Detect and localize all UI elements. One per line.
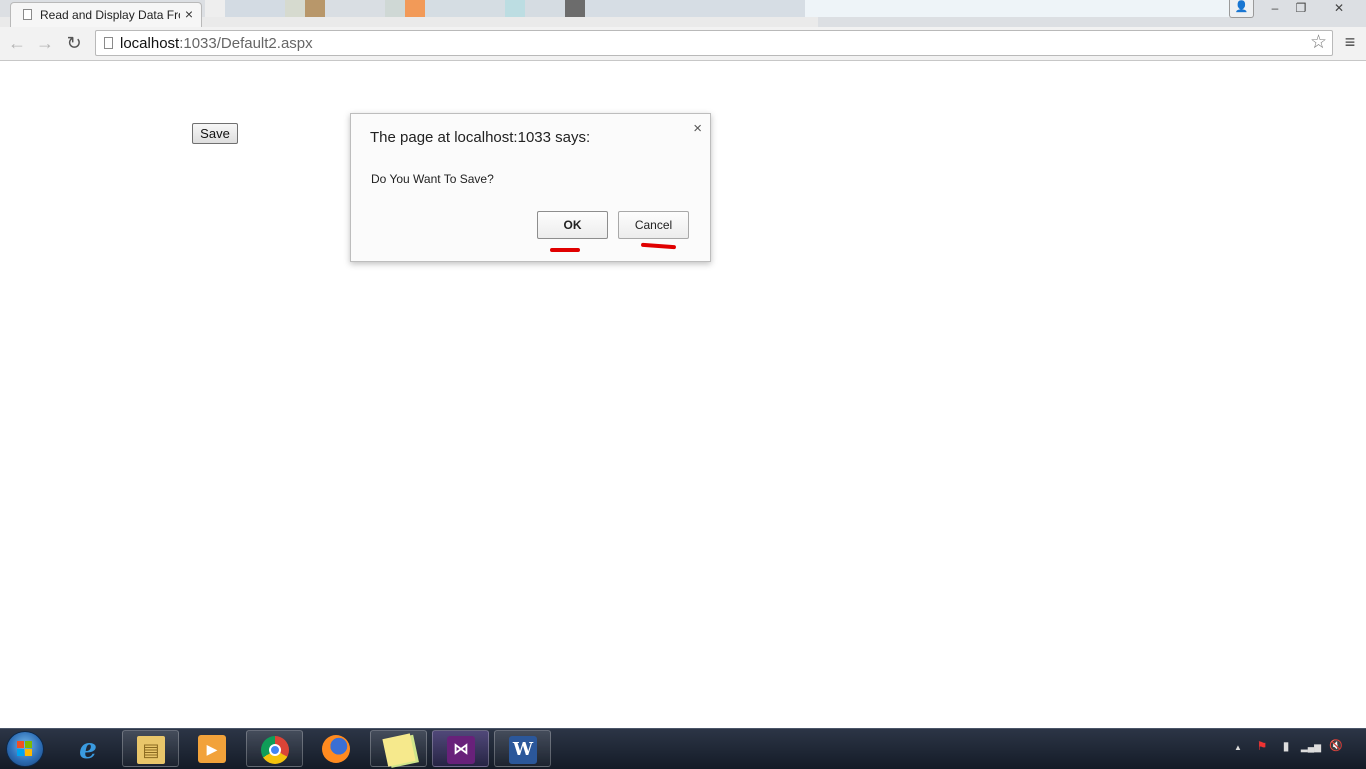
word-icon: W [509, 736, 537, 764]
url-host: localhost [120, 35, 180, 52]
media-player-icon: ▶ [198, 735, 226, 763]
browser-tab[interactable]: Read and Display Data From × [10, 2, 202, 27]
taskbar-explorer-button[interactable]: ▤ [122, 730, 179, 767]
start-button[interactable] [6, 731, 44, 767]
background-strip [405, 0, 425, 17]
sticky-notes-icon [382, 733, 416, 767]
reload-icon[interactable]: ↻ [62, 31, 86, 55]
background-strip [425, 0, 505, 17]
taskbar: e ▤ ▶ ⋈ W ▲ ⚑ ▮ ▂▄▆ 🔇 [0, 728, 1366, 769]
folder-icon: ▤ [137, 736, 165, 764]
confirm-dialog: The page at localhost:1033 says: × Do Yo… [350, 113, 711, 262]
show-hidden-icons-icon[interactable]: ▲ [1230, 743, 1246, 752]
taskbar-chrome-button[interactable] [246, 730, 303, 767]
taskbar-media-button[interactable]: ▶ [184, 730, 241, 767]
minimize-button[interactable]: – [1264, 0, 1286, 18]
tab-close-icon[interactable]: × [185, 6, 193, 22]
page-icon [104, 37, 113, 49]
ok-button[interactable]: OK [537, 211, 608, 239]
back-arrow-icon[interactable]: ← [5, 31, 29, 55]
background-strip [585, 0, 805, 17]
bookmark-star-icon[interactable]: ☆ [1310, 31, 1327, 55]
url-path: :1033/Default2.aspx [179, 35, 313, 52]
network-signal-icon[interactable]: ▂▄▆ [1300, 742, 1322, 753]
tab-title: Read and Display Data From [40, 8, 180, 22]
firefox-icon [322, 735, 350, 763]
menu-icon[interactable]: ≡ [1340, 31, 1360, 53]
background-strip [285, 0, 305, 17]
cancel-highlight-mark [640, 242, 677, 250]
windows-flag-icon [17, 741, 33, 757]
background-strip [205, 0, 225, 17]
background-strip [525, 0, 565, 17]
taskbar-word-button[interactable]: W [494, 730, 551, 767]
background-strip [305, 0, 325, 17]
background-strip [805, 0, 1230, 17]
internet-explorer-icon: e [79, 732, 97, 765]
background-strip [505, 0, 525, 17]
taskbar-ie-button[interactable]: e [60, 730, 117, 767]
volume-muted-icon[interactable]: 🔇 [1328, 739, 1344, 752]
save-button[interactable]: Save [192, 123, 238, 144]
visual-studio-icon: ⋈ [447, 736, 475, 764]
address-bar[interactable]: localhost:1033/Default2.aspx ☆ [95, 30, 1333, 56]
dialog-heading: The page at localhost:1033 says: [370, 129, 591, 146]
restore-button[interactable]: ❐ [1290, 0, 1312, 18]
ok-highlight-mark [550, 248, 580, 252]
taskbar-sticky-notes-button[interactable] [370, 730, 427, 767]
browser-titlebar: Read and Display Data From × 👤 – ❐ ✕ [0, 0, 1366, 27]
background-strip [225, 0, 285, 17]
dialog-close-icon[interactable]: × [693, 120, 702, 137]
close-window-button[interactable]: ✕ [1328, 0, 1350, 18]
browser-toolbar: ← → ↻ localhost:1033/Default2.aspx ☆ ≡ [0, 27, 1366, 61]
forward-arrow-icon[interactable]: → [33, 31, 57, 55]
action-center-flag-icon[interactable]: ⚑ [1254, 739, 1270, 753]
page-icon [23, 9, 32, 20]
taskbar-visual-studio-button[interactable]: ⋈ [432, 730, 489, 767]
background-strip [385, 0, 405, 17]
dialog-message: Do You Want To Save? [371, 172, 494, 186]
background-strip [565, 0, 585, 17]
chrome-icon [261, 736, 289, 764]
taskbar-firefox-button[interactable] [308, 730, 365, 767]
cancel-button[interactable]: Cancel [618, 211, 689, 239]
url-text[interactable]: localhost:1033/Default2.aspx [120, 35, 313, 52]
battery-icon[interactable]: ▮ [1278, 739, 1294, 753]
profile-button[interactable]: 👤 [1229, 0, 1254, 18]
background-strip [325, 0, 385, 17]
